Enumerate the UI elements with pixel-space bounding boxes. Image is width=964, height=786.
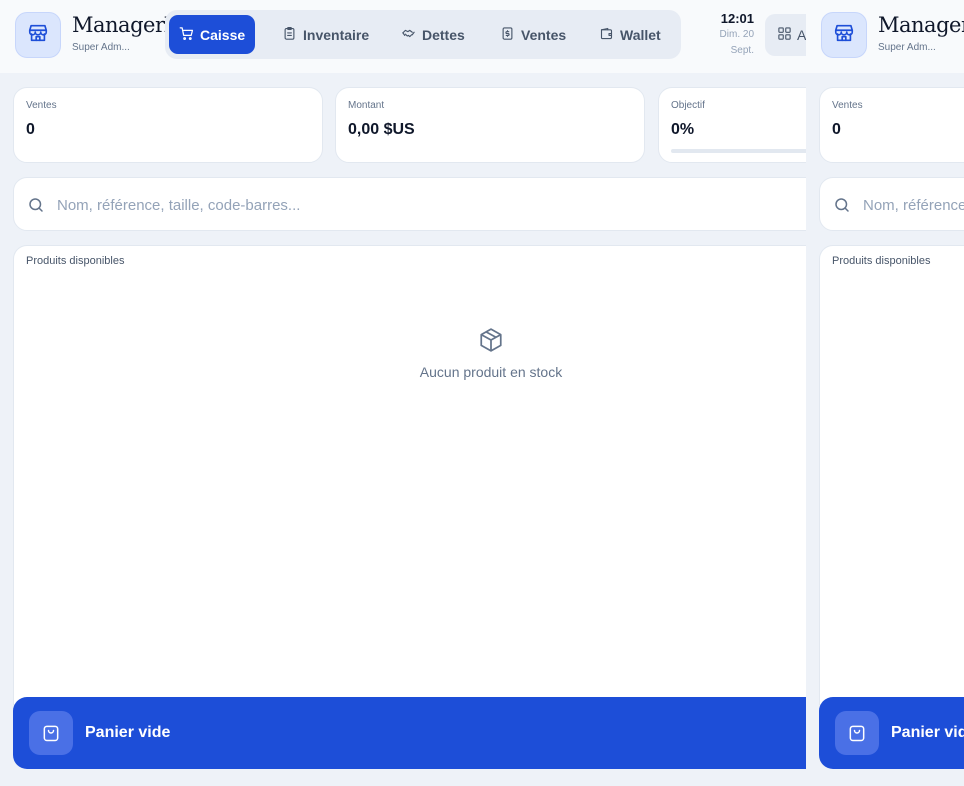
store-icon: [27, 22, 49, 49]
product-search: [819, 177, 964, 231]
user-role: Super Adm...: [878, 42, 936, 53]
nav-tab-ventes[interactable]: Ventes: [490, 15, 576, 54]
empty-state-text: Aucun produit en stock: [820, 364, 964, 380]
stat-card-amount: Montant 0,00 $US: [335, 87, 645, 163]
shopping-bag-icon: [29, 711, 73, 755]
brand-name: ManagerX: [72, 13, 179, 37]
nav-tab-label: Caisse: [200, 26, 246, 43]
bottom-strip: [0, 780, 806, 786]
user-role: Super Adm...: [72, 42, 130, 53]
top-bar: ManagerX Super Adm... Caisse Inventaire …: [806, 0, 964, 73]
stat-card-sales: Ventes 0: [13, 87, 323, 163]
stat-label: Ventes: [26, 100, 57, 111]
stat-label: Montant: [348, 100, 385, 111]
top-bar: ManagerX Super Adm... Caisse Inventaire …: [0, 0, 806, 73]
goal-progress-bar: [671, 149, 806, 153]
grid-icon: [777, 26, 792, 44]
nav-tab-caisse[interactable]: Caisse: [169, 15, 256, 54]
handshake-icon: [401, 26, 416, 44]
clock-time: 12:01: [720, 11, 754, 26]
clock-date-month: Sept.: [730, 45, 754, 56]
cart-bar[interactable]: Panier vide: [13, 697, 806, 769]
stat-value: 0: [26, 121, 35, 138]
dollar-icon: [500, 26, 515, 44]
store-logo[interactable]: [821, 12, 867, 58]
nav-tab-label: Inventaire: [303, 26, 370, 43]
products-panel: Produits disponibles Aucun produit en st…: [13, 245, 806, 705]
store-logo[interactable]: [15, 12, 61, 58]
search-input[interactable]: [57, 190, 797, 220]
apps-button[interactable]: A: [765, 14, 806, 56]
apps-button-label: A: [797, 27, 806, 43]
products-panel: Produits disponibles Aucun produit en st…: [819, 245, 964, 705]
package-icon: [478, 327, 504, 358]
cart-label: Panier vide: [85, 724, 171, 741]
stat-value: 0%: [671, 121, 695, 138]
products-title: Produits disponibles: [832, 255, 931, 267]
stat-value: 0,00 $US: [348, 121, 415, 138]
product-search: [13, 177, 806, 231]
cart-icon: [179, 26, 194, 44]
mirror-window: ManagerX Super Adm... Caisse Inventaire …: [806, 0, 964, 786]
stat-label: Ventes: [832, 100, 863, 111]
products-title: Produits disponibles: [26, 255, 125, 267]
nav-tab-label: Ventes: [521, 26, 567, 43]
clipboard-icon: [282, 26, 297, 44]
main-window: ManagerX Super Adm... Caisse Inventaire …: [0, 0, 806, 786]
nav-tab-label: Wallet: [620, 26, 661, 43]
nav-tab-dettes[interactable]: Dettes: [391, 15, 475, 54]
stat-card-sales: Ventes 0: [819, 87, 964, 163]
empty-state-text: Aucun produit en stock: [419, 364, 563, 380]
bottom-strip: [806, 780, 964, 786]
nav-tab-label: Dettes: [422, 26, 465, 43]
stat-label: Objectif: [671, 100, 705, 111]
shopping-bag-icon: [835, 711, 879, 755]
stat-card-goal: Objectif 0%: [658, 87, 806, 163]
nav-tab-inventaire[interactable]: Inventaire: [272, 15, 379, 54]
stat-value: 0: [832, 121, 841, 138]
wallet-icon: [599, 26, 614, 44]
clock: 12:01 Dim. 20 Sept.: [700, 11, 754, 58]
nav-tab-wallet[interactable]: Wallet: [589, 15, 671, 54]
search-input[interactable]: [863, 190, 964, 220]
store-icon: [833, 22, 855, 49]
clock-date-day: Dim. 20: [719, 29, 754, 40]
brand-name: ManagerX: [878, 13, 964, 37]
cart-bar[interactable]: Panier vide: [819, 697, 964, 769]
main-nav: Caisse Inventaire Dettes Ventes Wallet: [165, 10, 681, 59]
cart-label: Panier vide: [891, 724, 964, 741]
